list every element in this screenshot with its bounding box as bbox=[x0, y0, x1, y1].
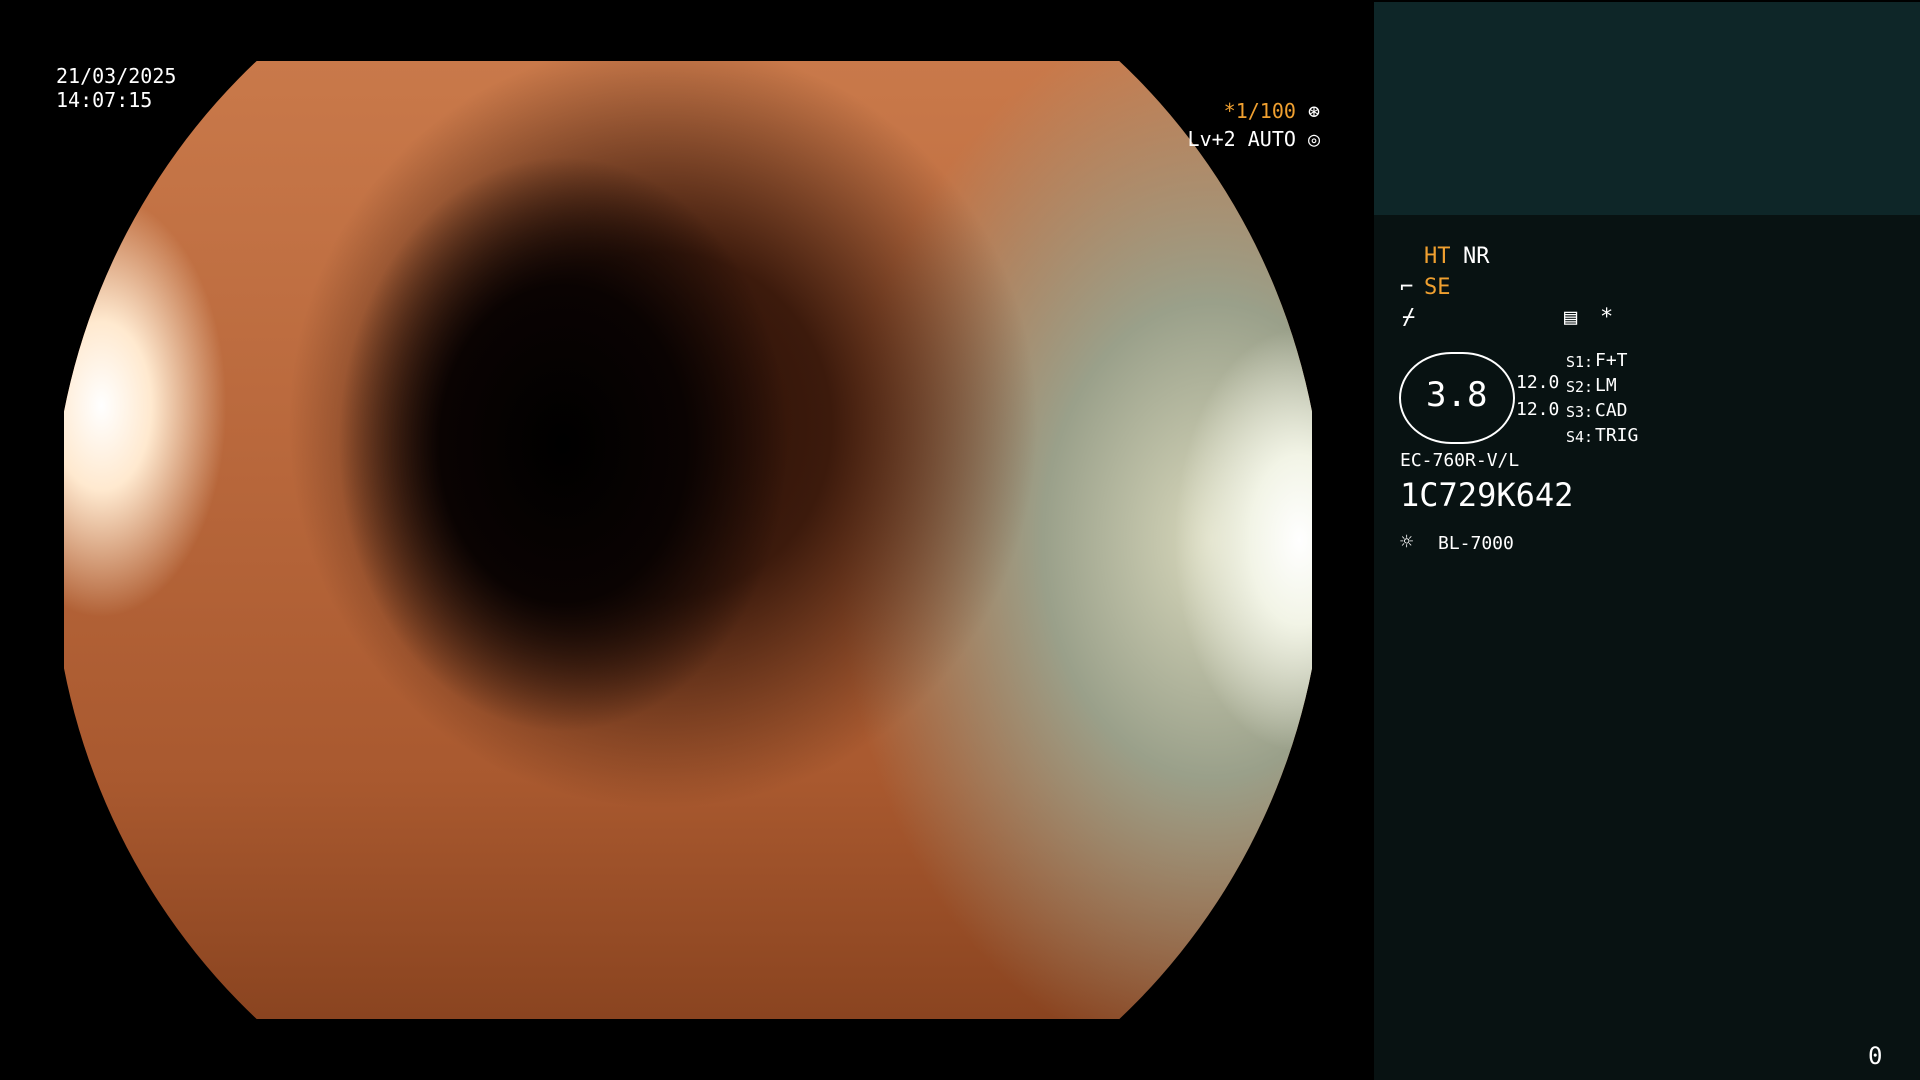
switch-value-2: LM bbox=[1595, 375, 1617, 396]
mode-ht: HT bbox=[1424, 244, 1451, 269]
target-icon: ◎ bbox=[1307, 127, 1320, 151]
shutter-speed-text: *1/100 bbox=[1223, 99, 1296, 123]
document-icon: ▤ bbox=[1564, 305, 1578, 330]
value-1: 12.0 bbox=[1516, 372, 1560, 393]
scope-model: EC-760R-V/L bbox=[1400, 450, 1520, 471]
scope-serial: 1C729K642 bbox=[1400, 476, 1574, 514]
switch-value-3: CAD bbox=[1595, 400, 1628, 421]
mode-nr: NR bbox=[1463, 244, 1490, 269]
mode-se: SE bbox=[1424, 275, 1451, 300]
shutter-speed: *1/100 ⊛ bbox=[1224, 99, 1320, 123]
panel-header-area bbox=[1374, 2, 1920, 215]
page-number: 0 bbox=[1868, 1042, 1883, 1070]
sun-icon: ☼ bbox=[1400, 530, 1414, 555]
switch-label-3: S3: bbox=[1566, 403, 1594, 421]
gauge-value: 3.8 bbox=[1426, 375, 1488, 415]
exam-time: 14:07:15 bbox=[56, 88, 153, 112]
brightness-level-text: Lv+2 AUTO bbox=[1187, 127, 1296, 151]
switch-label-2: S2: bbox=[1566, 378, 1594, 396]
aperture-icon: ⊛ bbox=[1307, 99, 1320, 123]
endoscope-image bbox=[64, 61, 1312, 1019]
switch-value-1: F+T bbox=[1595, 350, 1628, 371]
info-panel bbox=[1374, 215, 1920, 1080]
value-2: 12.0 bbox=[1516, 399, 1560, 420]
pump-icon: ⌐ bbox=[1400, 275, 1414, 300]
switch-value-4: TRIG bbox=[1595, 425, 1639, 446]
switch-label-4: S4: bbox=[1566, 428, 1594, 446]
slash-icon: ⌿ bbox=[1402, 305, 1416, 330]
exam-date: 21/03/2025 bbox=[56, 64, 177, 88]
switch-label-1: S1: bbox=[1566, 353, 1594, 371]
asterisk-mark: * bbox=[1600, 305, 1614, 330]
light-source: BL-7000 bbox=[1438, 533, 1514, 554]
brightness-level: Lv+2 AUTO ◎ bbox=[1188, 127, 1320, 151]
